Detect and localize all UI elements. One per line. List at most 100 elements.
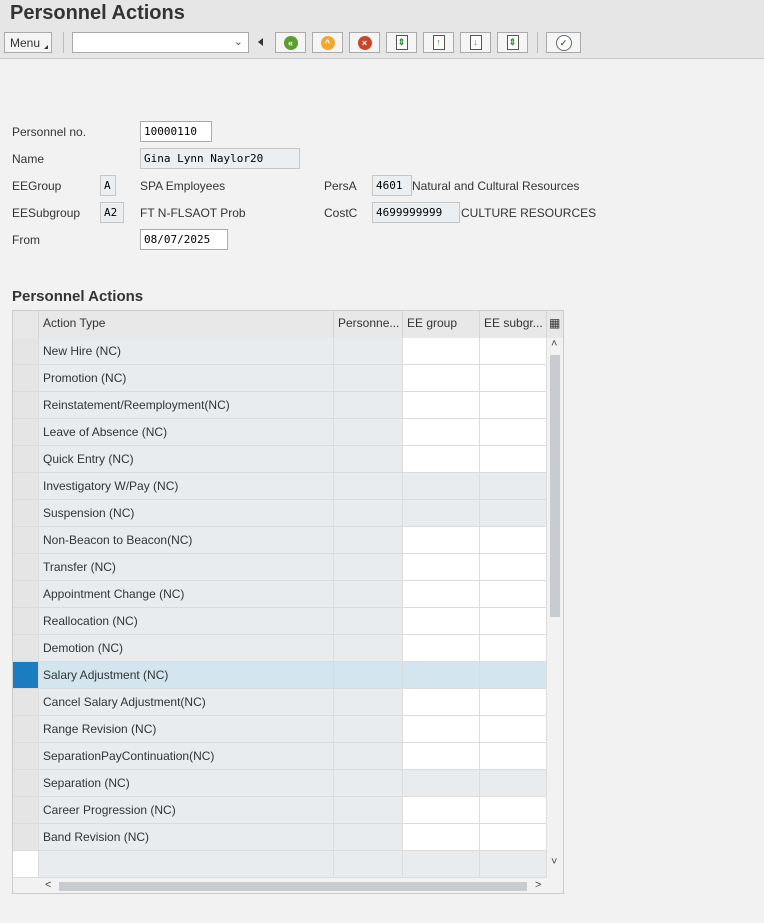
action-type-cell[interactable]: Band Revision (NC) — [39, 824, 334, 851]
personnel-cell[interactable] — [334, 608, 403, 635]
ee-subgroup-cell[interactable] — [480, 365, 547, 392]
row-selector[interactable] — [13, 554, 39, 581]
ee-subgroup-cell[interactable] — [480, 446, 547, 473]
column-header-ee-subgroup[interactable]: EE subgr... — [480, 311, 547, 338]
personnel-no-input[interactable]: 10000110 — [140, 121, 212, 142]
table-row[interactable]: SeparationPayContinuation(NC) — [13, 743, 547, 770]
table-row[interactable]: Career Progression (NC) — [13, 797, 547, 824]
row-selector[interactable] — [13, 392, 39, 419]
table-settings-icon[interactable]: ▦ — [547, 311, 563, 338]
table-row[interactable]: Reallocation (NC) — [13, 608, 547, 635]
action-type-cell[interactable]: Demotion (NC) — [39, 635, 334, 662]
table-row[interactable]: Separation (NC) — [13, 770, 547, 797]
table-row[interactable]: Range Revision (NC) — [13, 716, 547, 743]
personnel-cell[interactable] — [334, 500, 403, 527]
action-type-cell[interactable]: Investigatory W/Pay (NC) — [39, 473, 334, 500]
ee-subgroup-cell[interactable] — [480, 662, 547, 689]
ee-subgroup-cell[interactable] — [480, 500, 547, 527]
table-row[interactable]: Cancel Salary Adjustment(NC) — [13, 689, 547, 716]
table-row[interactable]: Demotion (NC) — [13, 635, 547, 662]
action-type-cell[interactable]: Appointment Change (NC) — [39, 581, 334, 608]
personnel-cell[interactable] — [334, 662, 403, 689]
row-selector[interactable] — [13, 797, 39, 824]
action-type-cell[interactable] — [39, 851, 334, 878]
row-selector[interactable] — [13, 500, 39, 527]
ee-group-cell[interactable] — [403, 689, 480, 716]
personnel-cell[interactable] — [334, 527, 403, 554]
action-type-cell[interactable]: Cancel Salary Adjustment(NC) — [39, 689, 334, 716]
personnel-cell[interactable] — [334, 743, 403, 770]
ee-subgroup-cell[interactable] — [480, 608, 547, 635]
ee-subgroup-cell[interactable] — [480, 770, 547, 797]
action-type-cell[interactable]: Leave of Absence (NC) — [39, 419, 334, 446]
row-selector[interactable] — [13, 824, 39, 851]
ee-group-cell[interactable] — [403, 797, 480, 824]
ee-group-cell[interactable] — [403, 743, 480, 770]
collapse-arrow-icon[interactable] — [258, 38, 263, 46]
table-row[interactable]: Leave of Absence (NC) — [13, 419, 547, 446]
ee-subgroup-cell[interactable] — [480, 419, 547, 446]
exit-button[interactable]: ^ — [312, 32, 343, 53]
row-selector[interactable] — [13, 743, 39, 770]
action-type-cell[interactable]: SeparationPayContinuation(NC) — [39, 743, 334, 770]
ee-subgroup-cell[interactable] — [480, 581, 547, 608]
scroll-left-icon[interactable]: < — [45, 879, 51, 891]
row-selector[interactable] — [13, 689, 39, 716]
row-selector[interactable] — [13, 581, 39, 608]
table-row[interactable]: Transfer (NC) — [13, 554, 547, 581]
column-header-personnel[interactable]: Personne... — [334, 311, 403, 338]
row-selector[interactable] — [13, 770, 39, 797]
from-date-input[interactable]: 08/07/2025 — [140, 229, 228, 250]
action-type-cell[interactable]: Separation (NC) — [39, 770, 334, 797]
ee-subgroup-cell[interactable] — [480, 689, 547, 716]
personnel-cell[interactable] — [334, 419, 403, 446]
action-type-cell[interactable]: Salary Adjustment (NC) — [39, 662, 334, 689]
ee-subgroup-cell[interactable] — [480, 635, 547, 662]
vertical-scroll-thumb[interactable] — [550, 355, 560, 617]
table-row[interactable]: Investigatory W/Pay (NC) — [13, 473, 547, 500]
ee-subgroup-cell[interactable] — [480, 716, 547, 743]
ee-group-cell[interactable] — [403, 500, 480, 527]
vertical-scrollbar[interactable]: ˄ ˅ — [547, 338, 563, 878]
row-selector[interactable] — [13, 851, 39, 878]
ee-subgroup-cell[interactable] — [480, 851, 547, 878]
action-type-cell[interactable]: Promotion (NC) — [39, 365, 334, 392]
personnel-cell[interactable] — [334, 689, 403, 716]
column-header-ee-group[interactable]: EE group — [403, 311, 480, 338]
row-selector[interactable] — [13, 473, 39, 500]
chevron-down-icon[interactable]: ⌄ — [234, 35, 243, 48]
ee-group-cell[interactable] — [403, 824, 480, 851]
row-selector[interactable] — [13, 446, 39, 473]
personnel-cell[interactable] — [334, 365, 403, 392]
first-page-button[interactable]: ⇕ — [386, 32, 417, 53]
personnel-cell[interactable] — [334, 851, 403, 878]
personnel-cell[interactable] — [334, 446, 403, 473]
personnel-cell[interactable] — [334, 392, 403, 419]
row-selector[interactable] — [13, 608, 39, 635]
scroll-down-icon[interactable]: ˅ — [551, 856, 557, 868]
command-field[interactable]: ⌄ — [72, 32, 249, 53]
action-type-cell[interactable]: Reinstatement/Reemployment(NC) — [39, 392, 334, 419]
horizontal-scroll-thumb[interactable] — [59, 882, 527, 891]
horizontal-scrollbar[interactable]: < > — [39, 878, 547, 893]
action-type-cell[interactable]: Suspension (NC) — [39, 500, 334, 527]
row-selector[interactable] — [13, 365, 39, 392]
ee-group-cell[interactable] — [403, 581, 480, 608]
action-type-cell[interactable]: Range Revision (NC) — [39, 716, 334, 743]
ee-subgroup-cell[interactable] — [480, 392, 547, 419]
table-row[interactable]: Band Revision (NC) — [13, 824, 547, 851]
ee-group-cell[interactable] — [403, 365, 480, 392]
row-selector[interactable] — [13, 338, 39, 365]
table-row[interactable]: Appointment Change (NC) — [13, 581, 547, 608]
row-selector[interactable] — [13, 716, 39, 743]
ee-subgroup-cell[interactable] — [480, 527, 547, 554]
ee-subgroup-cell[interactable] — [480, 743, 547, 770]
ee-subgroup-cell[interactable] — [480, 473, 547, 500]
column-header-action-type[interactable]: Action Type — [39, 311, 334, 338]
row-selector[interactable] — [13, 419, 39, 446]
ee-group-cell[interactable] — [403, 446, 480, 473]
ee-group-cell[interactable] — [403, 851, 480, 878]
ee-subgroup-cell[interactable] — [480, 824, 547, 851]
row-selector[interactable] — [13, 527, 39, 554]
table-row[interactable]: Non-Beacon to Beacon(NC) — [13, 527, 547, 554]
